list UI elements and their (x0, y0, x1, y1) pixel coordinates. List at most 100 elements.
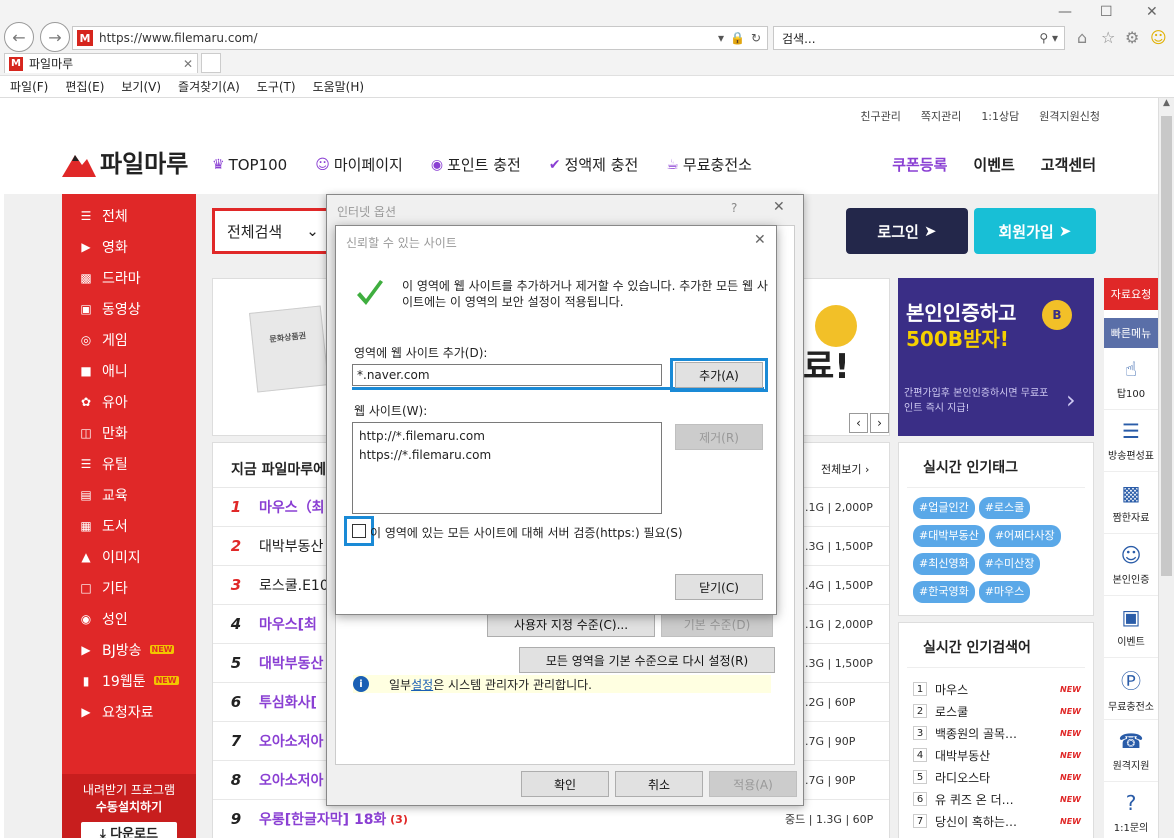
sidebar-item-books[interactable]: ▦ 도서 (62, 510, 196, 541)
quick-inquiry[interactable]: ? 1:1문의 (1104, 782, 1158, 838)
verify-banner[interactable]: 본인인증하고 500B받자! B 간편가입후 본인인증하시면 무료포인트 즉시 … (898, 278, 1094, 436)
keyword-item[interactable]: 7 당신이 혹하는… NEW (899, 810, 1093, 832)
quick-hot[interactable]: ▩ 짬한자료 (1104, 472, 1158, 534)
browser-search-input[interactable]: 검색... (782, 30, 816, 47)
nav-mypage[interactable]: ☺ 마이페이지 (315, 154, 403, 175)
ranking-more-link[interactable]: 전체보기 › (821, 461, 869, 477)
sidebar-item-utility[interactable]: ☰ 유틸 (62, 448, 196, 479)
ok-button[interactable]: 확인 (521, 771, 609, 797)
reset-all-zones-button[interactable]: 모든 영역을 기본 수준으로 다시 설정(R) (519, 647, 775, 673)
search-category-select[interactable]: 전체검색 ⌄ (212, 208, 330, 254)
nav-top100[interactable]: ♛ TOP100 (212, 156, 287, 174)
forward-icon[interactable]: → (40, 22, 70, 52)
sidebar-item-anime[interactable]: ■ 애니 (62, 355, 196, 386)
nav-free-charge[interactable]: ☕ 무료충전소 (666, 154, 752, 175)
sidebar-item-bj[interactable]: ▶ BJ방송 NEW (62, 634, 196, 665)
home-icon[interactable]: ⌂ (1077, 28, 1087, 47)
admin-settings-link[interactable]: 설정 (411, 676, 433, 693)
sidebar-item-game[interactable]: ◎ 게임 (62, 324, 196, 355)
menu-file[interactable]: 파일(F) (10, 78, 48, 95)
tag[interactable]: #대박부동산 (913, 525, 985, 547)
link-friends[interactable]: 친구관리 (860, 108, 900, 124)
link-messages[interactable]: 쪽지관리 (921, 108, 961, 124)
nav-flat-charge[interactable]: ✔ 정액제 충전 (549, 154, 639, 175)
https-checkbox[interactable] (352, 524, 366, 538)
close-icon[interactable]: ✕ (773, 199, 785, 215)
nav-point-charge[interactable]: ◉ 포인트 충전 (431, 154, 521, 175)
sidebar-item-comic[interactable]: ◫ 만화 (62, 417, 196, 448)
sidebar-item-all[interactable]: ☰ 전체 (62, 200, 196, 231)
keyword-item[interactable]: 2 로스쿨 NEW (899, 700, 1093, 722)
maximize-icon[interactable]: ☐ (1100, 4, 1113, 20)
tag[interactable]: #업글인간 (913, 497, 975, 519)
link-remote[interactable]: 원격지원신청 (1039, 108, 1100, 124)
sidebar-item-kids[interactable]: ✿ 유아 (62, 386, 196, 417)
quick-verify[interactable]: ☺ 본인인증 (1104, 534, 1158, 596)
tag[interactable]: #최신영화 (913, 553, 975, 575)
help-icon[interactable]: ? (731, 201, 737, 215)
quick-request[interactable]: 자료요청 (1104, 278, 1158, 310)
close-icon[interactable]: ✕ (754, 232, 766, 248)
menu-view[interactable]: 보기(V) (121, 78, 161, 95)
lock-icon[interactable]: 🔒 (730, 31, 745, 45)
join-button[interactable]: 회원가입 ➤ (974, 208, 1096, 254)
page-scrollbar[interactable]: ▲ (1158, 98, 1174, 838)
nav-event[interactable]: 이벤트 (973, 154, 1014, 175)
next-icon[interactable]: › (870, 413, 889, 433)
tag[interactable]: #마우스 (978, 581, 1031, 603)
sites-list[interactable]: http://*.filemaru.com https://*.filemaru… (352, 422, 662, 514)
tag[interactable]: #수미산장 (978, 553, 1041, 575)
sidebar-item-education[interactable]: ▤ 교육 (62, 479, 196, 510)
menu-tools[interactable]: 도구(T) (257, 78, 296, 95)
menu-edit[interactable]: 편집(E) (65, 78, 104, 95)
tag[interactable]: #한국영화 (913, 581, 975, 603)
apply-button[interactable]: 적용(A) (709, 771, 797, 797)
site-logo[interactable]: 파일마루 (62, 144, 188, 179)
address-bar[interactable]: M https://www.filemaru.com/ ▾ 🔒 ↻ (72, 26, 768, 50)
back-icon[interactable]: ← (4, 22, 34, 52)
new-tab-icon[interactable] (201, 53, 221, 73)
nav-support[interactable]: 고객센터 (1041, 154, 1096, 175)
add-site-input[interactable]: *.naver.com (352, 364, 662, 386)
keyword-item[interactable]: 4 대박부동산 NEW (899, 744, 1093, 766)
nav-coupon[interactable]: 쿠폰등록 (892, 154, 947, 175)
scrollbar-thumb[interactable] (1161, 116, 1172, 576)
search-icon[interactable]: ⚲ ▾ (1039, 31, 1058, 45)
address-dropdown-icon[interactable]: ▾ (718, 31, 724, 45)
sidebar-item-image[interactable]: ▲ 이미지 (62, 541, 196, 572)
quick-top100[interactable]: ☝ 탑100 (1104, 348, 1158, 410)
browser-search-box[interactable]: 검색... ⚲ ▾ (773, 26, 1065, 50)
sidebar-item-movie[interactable]: ▶ 영화 (62, 231, 196, 262)
close-button[interactable]: 닫기(C) (675, 574, 763, 600)
keyword-item[interactable]: 5 라디오스타 NEW (899, 766, 1093, 788)
close-window-icon[interactable]: ✕ (1146, 4, 1158, 20)
sidebar-item-video[interactable]: ▣ 동영상 (62, 293, 196, 324)
refresh-icon[interactable]: ↻ (751, 31, 761, 45)
address-url[interactable]: https://www.filemaru.com/ (99, 31, 718, 45)
sidebar-item-drama[interactable]: ▩ 드라마 (62, 262, 196, 293)
sidebar-item-adult[interactable]: ◉ 성인 (62, 603, 196, 634)
quick-schedule[interactable]: ☰ 방송편성표 (1104, 410, 1158, 472)
keyword-item[interactable]: 3 백종원의 골목… NEW (899, 722, 1093, 744)
minimize-icon[interactable]: — (1058, 4, 1072, 20)
quick-event[interactable]: ▣ 이벤트 (1104, 596, 1158, 658)
remove-button[interactable]: 제거(R) (675, 424, 763, 450)
download-button[interactable]: ⤓ 다운로드 (81, 822, 177, 838)
browser-tab[interactable]: M 파일마루 ✕ (4, 53, 198, 73)
tag[interactable]: #어쩌다사장 (988, 525, 1061, 547)
sidebar-item-request[interactable]: ▶ 요청자료 (62, 696, 196, 727)
sidebar-item-etc[interactable]: □ 기타 (62, 572, 196, 603)
add-button[interactable]: 추가(A) (675, 362, 763, 388)
cancel-button[interactable]: 취소 (615, 771, 703, 797)
sidebar-item-webtoon[interactable]: ▮ 19웹툰 NEW (62, 665, 196, 696)
keyword-item[interactable]: 1 마우스 NEW (899, 678, 1093, 700)
link-consult[interactable]: 1:1상담 (981, 108, 1019, 124)
menu-favorites[interactable]: 즐겨찾기(A) (178, 78, 240, 95)
quick-remote[interactable]: ☎ 원격지원 (1104, 720, 1158, 782)
list-item[interactable]: https://*.filemaru.com (359, 446, 655, 465)
tab-close-icon[interactable]: ✕ (183, 57, 193, 71)
tag[interactable]: #로스쿨 (978, 497, 1031, 519)
quick-free[interactable]: Ⓟ 무료충전소 (1104, 658, 1158, 720)
login-button[interactable]: 로그인 ➤ (846, 208, 968, 254)
favorites-star-icon[interactable]: ☆ (1101, 28, 1115, 47)
